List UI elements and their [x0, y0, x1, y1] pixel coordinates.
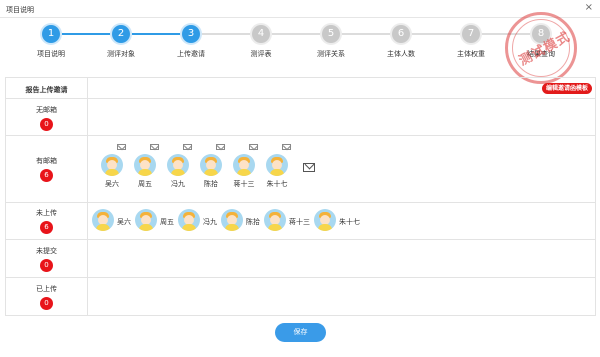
avatar [314, 209, 336, 231]
person-name: 周五 [160, 218, 174, 226]
person-name: 蒋十三 [289, 218, 310, 226]
count-badge: 6 [40, 221, 53, 234]
count-badge: 0 [40, 259, 53, 272]
mail-icon[interactable] [249, 144, 258, 150]
person-chip[interactable]: 陈拾 [221, 209, 265, 233]
row-header: 未上传 6 [6, 203, 88, 239]
person-card[interactable]: 周五 [130, 154, 160, 189]
person-card[interactable]: 冯九 [163, 154, 193, 189]
avatar [178, 209, 200, 231]
mail-icon[interactable] [216, 144, 225, 150]
avatar [221, 209, 243, 231]
person-name: 陈拾 [204, 180, 218, 188]
person-card[interactable]: 吴六 [97, 154, 127, 189]
step-5[interactable]: 5 测评关系 [296, 22, 366, 59]
step-label: 测评表 [250, 50, 272, 58]
person-name: 冯九 [171, 180, 185, 188]
row-label: 无邮箱 [36, 106, 57, 114]
row-header: 已上传 0 [6, 278, 88, 315]
row-header: 无邮箱 0 [6, 99, 88, 135]
avatar [135, 209, 157, 231]
table-row-no-email: 无邮箱 0 [6, 99, 595, 136]
step-number: 3 [182, 25, 200, 43]
person-chip[interactable]: 朱十七 [314, 209, 366, 233]
row-label: 有邮箱 [36, 157, 57, 165]
table-row-with-email: 有邮箱 6 吴六 周五 冯九 陈拾 蒋十三 朱十七 [6, 136, 595, 203]
step-1[interactable]: 1 项目说明 [16, 22, 86, 59]
step-label: 项目说明 [37, 50, 65, 58]
close-icon[interactable]: × [585, 3, 593, 13]
step-label: 主体人数 [387, 50, 415, 58]
person-name: 冯九 [203, 218, 217, 226]
step-label: 主体权重 [457, 50, 485, 58]
count-badge: 0 [40, 118, 53, 131]
person-name: 陈拾 [246, 218, 260, 226]
person-chip[interactable]: 冯九 [178, 209, 222, 233]
step-7[interactable]: 7 主体权重 [436, 22, 506, 59]
table-row-uploaded: 已上传 0 [6, 278, 595, 315]
step-label: 测评对象 [107, 50, 135, 58]
avatar [200, 154, 222, 176]
person-card[interactable]: 陈拾 [196, 154, 226, 189]
dialog-title: 项目说明 [6, 6, 34, 14]
row-label: 未上传 [36, 209, 57, 217]
row-label: 已上传 [36, 285, 57, 293]
avatar [167, 154, 189, 176]
step-number: 6 [392, 25, 410, 43]
person-name: 周五 [138, 180, 152, 188]
send-mail-icon[interactable] [303, 163, 315, 172]
mail-icon[interactable] [183, 144, 192, 150]
step-4[interactable]: 4 测评表 [226, 22, 296, 59]
step-6[interactable]: 6 主体人数 [366, 22, 436, 59]
test-mode-stamp: 测试模式 [505, 12, 577, 84]
mail-icon[interactable] [282, 144, 291, 150]
table-row-not-submitted: 未提交 0 [6, 240, 595, 278]
step-2[interactable]: 2 测评对象 [86, 22, 156, 59]
avatar [134, 154, 156, 176]
step-3[interactable]: 3 上传邀请 [156, 22, 226, 59]
row-header: 未提交 0 [6, 240, 88, 277]
avatar [92, 209, 114, 231]
person-chip[interactable]: 吴六 [92, 209, 136, 233]
row-label: 未提交 [36, 247, 57, 255]
person-name: 朱十七 [339, 218, 360, 226]
row-header: 报告上传邀请 [6, 78, 88, 98]
person-name: 朱十七 [266, 180, 288, 188]
avatar [233, 154, 255, 176]
avatar [101, 154, 123, 176]
mail-icon[interactable] [117, 144, 126, 150]
table-row-not-uploaded: 未上传 6 吴六 周五 冯九 陈拾 蒋十三 朱十七 [6, 203, 595, 240]
count-badge: 0 [40, 297, 53, 310]
step-label: 上传邀请 [177, 50, 205, 58]
invitation-table: 报告上传邀请 编辑邀请函模板 无邮箱 0 有邮箱 6 吴六 周五 冯九 陈拾 蒋… [5, 77, 596, 316]
step-number: 7 [462, 25, 480, 43]
person-name: 吴六 [117, 218, 131, 226]
mail-icon[interactable] [150, 144, 159, 150]
avatar [266, 154, 288, 176]
dialog-titlebar: 项目说明 × [0, 0, 600, 18]
table-header-row: 报告上传邀请 编辑邀请函模板 [6, 78, 595, 99]
step-number: 2 [112, 25, 130, 43]
step-number: 4 [252, 25, 270, 43]
edit-template-button[interactable]: 编辑邀请函模板 [541, 83, 592, 94]
person-name: 蒋十三 [233, 180, 255, 188]
avatar [264, 209, 286, 231]
person-name: 吴六 [105, 180, 119, 188]
person-card[interactable]: 蒋十三 [229, 154, 259, 189]
count-badge: 6 [40, 169, 53, 182]
person-chip[interactable]: 周五 [135, 209, 179, 233]
step-label: 测评关系 [317, 50, 345, 58]
person-chip[interactable]: 蒋十三 [264, 209, 316, 233]
step-number: 5 [322, 25, 340, 43]
table-header-label: 报告上传邀请 [25, 86, 68, 94]
row-header: 有邮箱 6 [6, 136, 88, 202]
save-button[interactable]: 保存 [275, 323, 326, 342]
step-number: 1 [42, 25, 60, 43]
person-card[interactable]: 朱十七 [262, 154, 292, 189]
